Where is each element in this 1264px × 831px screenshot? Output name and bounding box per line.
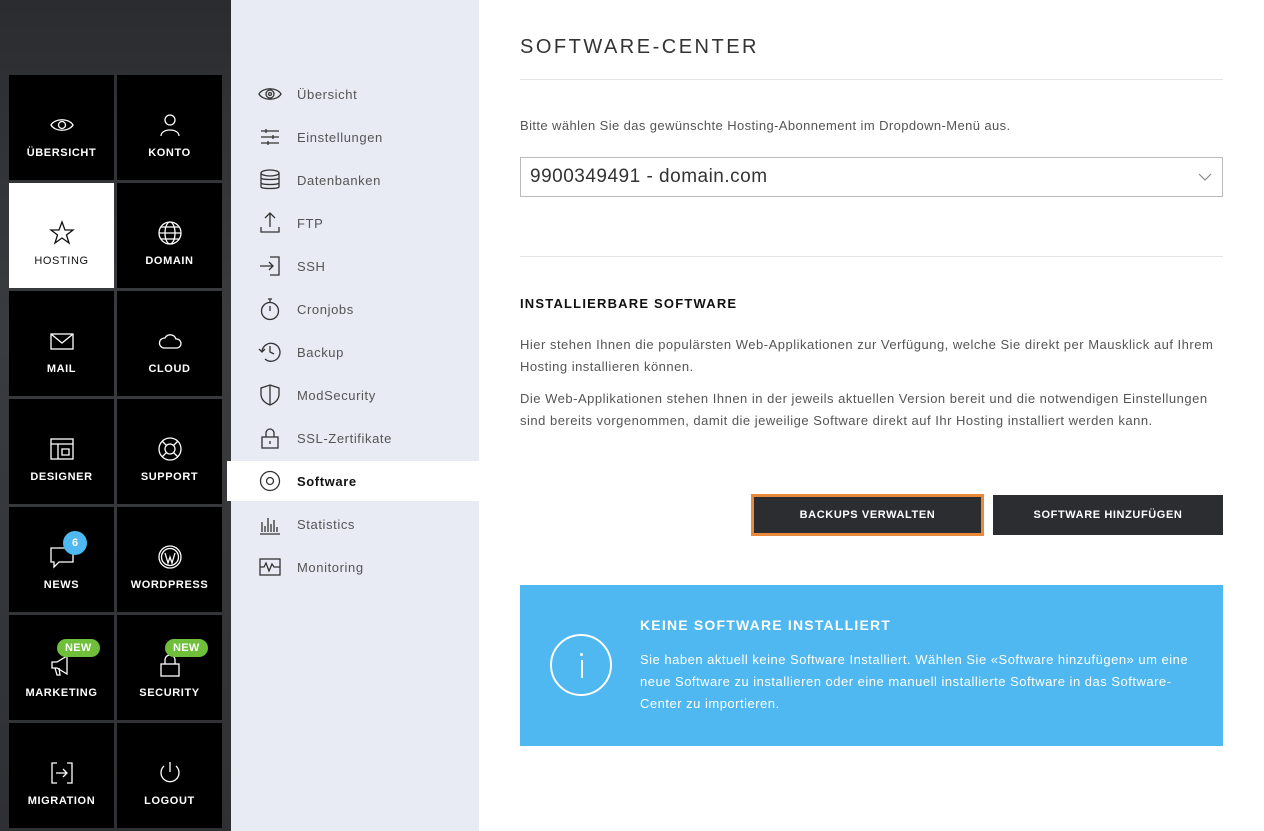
certificate-lock-icon [257, 425, 283, 451]
submenu-label: Cronjobs [297, 301, 354, 317]
tile-news[interactable]: 6 NEWS [9, 507, 114, 612]
sliders-icon [257, 124, 283, 150]
select-intro-text: Bitte wählen Sie das gewünschte Hosting-… [520, 118, 1011, 133]
stopwatch-icon [257, 296, 283, 322]
submenu-label: Statistics [297, 516, 356, 532]
new-badge: NEW [165, 639, 208, 657]
submenu-item-statistics[interactable]: Statistics [231, 504, 479, 544]
tile-label: ÜBERSICHT [26, 147, 97, 159]
submenu-item-datenbanken[interactable]: Datenbanken [231, 160, 479, 200]
section-title: INSTALLIERBARE SOFTWARE [520, 296, 738, 311]
tile-migration[interactable]: MIGRATION [9, 723, 114, 828]
login-icon [257, 253, 283, 279]
tile-label: CLOUD [148, 363, 191, 375]
submenu-label: Software [297, 473, 357, 489]
wordpress-icon [156, 543, 184, 571]
submenu-label: ModSecurity [297, 387, 376, 403]
eye-icon [48, 111, 76, 139]
chevron-down-icon [1198, 173, 1212, 181]
user-icon [156, 111, 184, 139]
tile-label: DOMAIN [145, 255, 194, 267]
bar-chart-icon [257, 511, 283, 537]
tile-mail[interactable]: MAIL [9, 291, 114, 396]
submenu-item-backup[interactable]: Backup [231, 332, 479, 372]
hosting-subscription-select[interactable]: 9900349491 - domain.com [520, 157, 1223, 197]
submenu-item-ssl-zertifikate[interactable]: SSL-Zertifikate [231, 418, 479, 458]
submenu-item-uebersicht[interactable]: Übersicht [231, 74, 479, 114]
tile-label: LOGOUT [144, 795, 195, 807]
info-title: KEINE SOFTWARE INSTALLIERT [640, 617, 892, 633]
description-paragraph-2: Die Web-Applikationen stehen Ihnen in de… [520, 391, 1208, 428]
tile-label: MARKETING [25, 687, 98, 699]
info-text: Sie haben aktuell keine Software Install… [640, 652, 1189, 711]
tile-marketing[interactable]: NEW MARKETING [9, 615, 114, 720]
pulse-icon [257, 554, 283, 580]
tile-label: SECURITY [139, 687, 200, 699]
select-value: 9900349491 - domain.com [530, 166, 768, 187]
divider [520, 256, 1223, 257]
submenu-label: Datenbanken [297, 172, 381, 188]
tile-support[interactable]: SUPPORT [117, 399, 222, 504]
submenu-item-ftp[interactable]: FTP [231, 203, 479, 243]
hosting-submenu: Übersicht Einstellungen Datenbanken FTP … [227, 0, 479, 831]
history-icon [257, 339, 283, 365]
submenu-label: Einstellungen [297, 129, 383, 145]
app-root: ÜBERSICHT KONTO HOSTING DOMAIN MAIL CLOU… [0, 0, 1264, 831]
submenu-label: SSH [297, 258, 326, 274]
tile-domain[interactable]: DOMAIN [117, 183, 222, 288]
description-paragraph-1: Hier stehen Ihnen die populärsten Web-Ap… [520, 337, 1214, 374]
disc-icon [257, 468, 283, 494]
submenu-label: Backup [297, 344, 344, 360]
no-software-info-box: KEINE SOFTWARE INSTALLIERT Sie haben akt… [520, 585, 1223, 746]
tile-cloud[interactable]: CLOUD [117, 291, 222, 396]
page-title: SOFTWARE-CENTER [520, 36, 759, 58]
submenu-item-cronjobs[interactable]: Cronjobs [231, 289, 479, 329]
submenu-label: Übersicht [297, 86, 358, 102]
lifebuoy-icon [156, 435, 184, 463]
submenu-item-monitoring[interactable]: Monitoring [231, 547, 479, 587]
upload-icon [257, 210, 283, 236]
submenu-label: SSL-Zertifikate [297, 430, 392, 446]
tile-hosting[interactable]: HOSTING [9, 183, 114, 288]
tile-label: MAIL [46, 363, 77, 375]
submenu-item-einstellungen[interactable]: Einstellungen [231, 117, 479, 157]
database-icon [257, 167, 283, 193]
manage-backups-button[interactable]: BACKUPS VERWALTEN [751, 494, 984, 536]
news-count-badge: 6 [63, 531, 87, 555]
tile-label: SUPPORT [140, 471, 199, 483]
star-icon [48, 219, 76, 247]
globe-icon [156, 219, 184, 247]
tile-security[interactable]: NEW SECURITY [117, 615, 222, 720]
tile-label: DESIGNER [30, 471, 93, 483]
tile-label: MIGRATION [27, 795, 96, 807]
migration-icon [48, 759, 76, 787]
tile-label: WORDPRESS [130, 579, 209, 591]
main-tile-nav: ÜBERSICHT KONTO HOSTING DOMAIN MAIL CLOU… [0, 0, 231, 831]
info-icon [550, 634, 612, 696]
tile-label: NEWS [43, 579, 80, 591]
submenu-item-software[interactable]: Software [227, 461, 479, 501]
layout-icon [48, 435, 76, 463]
power-icon [156, 759, 184, 787]
tile-uebersicht[interactable]: ÜBERSICHT [9, 75, 114, 180]
eye-icon [257, 81, 283, 107]
envelope-icon [48, 327, 76, 355]
tile-label: HOSTING [34, 255, 89, 267]
tile-designer[interactable]: DESIGNER [9, 399, 114, 504]
submenu-label: FTP [297, 215, 324, 231]
add-software-button[interactable]: SOFTWARE HINZUFÜGEN [993, 495, 1223, 535]
submenu-label: Monitoring [297, 559, 364, 575]
cloud-icon [156, 327, 184, 355]
submenu-item-modsecurity[interactable]: ModSecurity [231, 375, 479, 415]
tile-konto[interactable]: KONTO [117, 75, 222, 180]
tile-label: KONTO [148, 147, 191, 159]
tile-wordpress[interactable]: WORDPRESS [117, 507, 222, 612]
tile-logout[interactable]: LOGOUT [117, 723, 222, 828]
divider [520, 79, 1223, 80]
shield-icon [257, 382, 283, 408]
new-badge: NEW [57, 639, 100, 657]
submenu-item-ssh[interactable]: SSH [231, 246, 479, 286]
